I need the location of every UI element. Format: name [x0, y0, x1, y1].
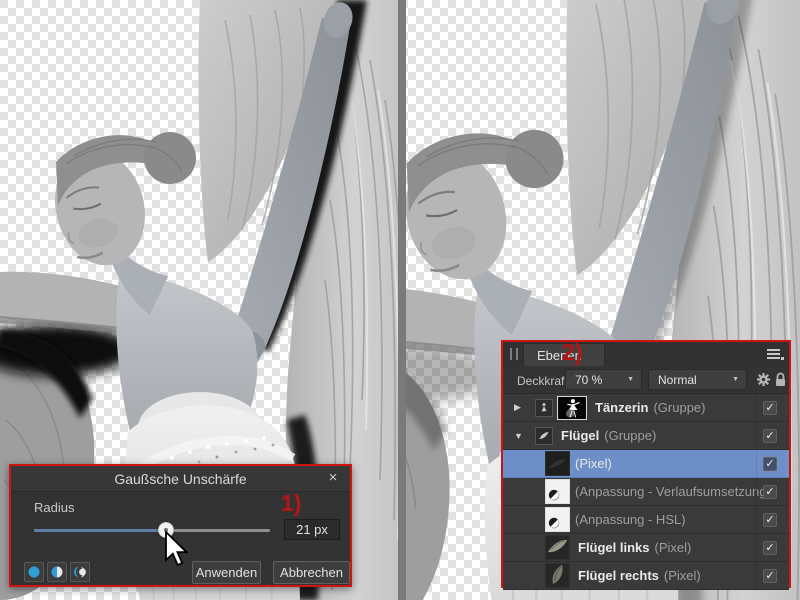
visibility-checkbox[interactable]: ✓ — [763, 401, 777, 415]
chevron-down-icon: ▼ — [732, 376, 739, 383]
dancer-thumbnail[interactable] — [557, 395, 587, 420]
wing-left-thumbnail[interactable] — [544, 534, 571, 561]
group-mini-icon — [535, 426, 553, 445]
layer-row-tänzerin[interactable]: ▶ Tänzerin (Gruppe) ✓ — [503, 394, 789, 422]
visibility-checkbox[interactable]: ✓ — [763, 457, 777, 471]
visibility-checkbox[interactable]: ✓ — [763, 485, 777, 499]
layers-panel-header: Ebenen — [503, 342, 789, 366]
layer-row-flügel[interactable]: ▼ Flügel (Gruppe) ✓ — [503, 422, 789, 450]
layer-type-suffix: (Gruppe) — [604, 428, 657, 443]
preview-split-button[interactable] — [47, 562, 67, 582]
radius-value-field[interactable]: 21 px — [284, 519, 340, 540]
apply-button[interactable]: Anwenden — [192, 561, 261, 584]
layer-name: Tänzerin — [595, 400, 649, 415]
radius-slider[interactable] — [34, 521, 270, 539]
layer-type-suffix: (Pixel) — [663, 568, 701, 583]
column-separator — [756, 478, 757, 505]
close-icon[interactable]: × — [324, 469, 342, 486]
column-separator — [756, 450, 757, 477]
dialog-title: Gaußsche Unschärfe — [114, 471, 247, 487]
adjustment-thumbnail[interactable] — [544, 506, 571, 533]
blend-mode-value: Normal — [658, 373, 697, 387]
layer-row-anpassung-hsl[interactable]: (Anpassung - HSL) ✓ — [503, 506, 789, 534]
full-preview-icon — [28, 566, 40, 578]
column-separator — [756, 394, 757, 421]
layer-type-suffix: (Anpassung - HSL) — [575, 512, 686, 527]
dialog-titlebar[interactable]: Gaußsche Unschärfe × — [11, 466, 350, 492]
visibility-checkbox[interactable]: ✓ — [763, 429, 777, 443]
pixel-thumbnail[interactable] — [544, 450, 571, 477]
column-separator — [756, 506, 757, 533]
annotation-2: 2) — [562, 339, 583, 365]
layer-type-suffix: (Anpassung - Verlaufsumsetzung) — [575, 484, 771, 499]
split-preview-icon — [51, 566, 63, 578]
preview-full-button[interactable] — [24, 562, 44, 582]
opacity-dropdown[interactable]: 70 % ▼ — [565, 369, 642, 390]
opacity-value: 70 % — [575, 373, 603, 387]
group-mini-icon — [535, 398, 553, 417]
radius-label: Radius — [34, 500, 75, 515]
canvas-divider — [398, 0, 406, 600]
layer-row-flügel-rechts[interactable]: Flügel rechts (Pixel) ✓ — [503, 562, 789, 590]
layer-type-suffix: (Pixel) — [654, 540, 692, 555]
preview-mode-buttons — [24, 562, 90, 582]
layers-panel-controls: Deckkraft: 70 % ▼ Normal ▼ — [503, 366, 789, 394]
visibility-checkbox[interactable]: ✓ — [763, 541, 777, 555]
lock-icon[interactable] — [774, 372, 787, 392]
annotation-1: 1) — [281, 490, 302, 516]
visibility-checkbox[interactable]: ✓ — [763, 569, 777, 583]
visibility-checkbox[interactable]: ✓ — [763, 513, 777, 527]
layer-name: Flügel — [561, 428, 600, 443]
preview-mirror-button[interactable] — [70, 562, 90, 582]
layers-panel: Ebenen Deckkraft: 70 % ▼ Normal ▼ ▶ Tänz… — [501, 340, 791, 590]
mirror-preview-icon — [74, 566, 86, 578]
layer-row-anpassung-verlaufsumsetzung[interactable]: (Anpassung - Verlaufsumsetzung) ✓ — [503, 478, 789, 506]
blend-mode-dropdown[interactable]: Normal ▼ — [648, 369, 747, 390]
layer-row-pixel[interactable]: (Pixel) ✓ — [503, 450, 789, 478]
layer-type-suffix: (Pixel) — [575, 456, 612, 471]
gear-icon[interactable] — [756, 372, 771, 392]
cancel-button[interactable]: Abbrechen — [273, 561, 350, 584]
gaussian-blur-dialog: Gaußsche Unschärfe × Radius 21 px Anwend… — [9, 464, 352, 587]
layer-name: Flügel rechts — [578, 568, 659, 583]
column-separator — [756, 562, 757, 589]
app-window: Gaußsche Unschärfe × Radius 21 px Anwend… — [0, 0, 800, 600]
panel-menu-icon[interactable] — [767, 349, 784, 361]
layer-row-flügel-links[interactable]: Flügel links (Pixel) ✓ — [503, 534, 789, 562]
mouse-cursor — [165, 531, 188, 567]
column-separator — [756, 534, 757, 561]
column-separator — [756, 422, 757, 449]
slider-fill — [34, 529, 167, 532]
wing-right-thumbnail[interactable] — [544, 562, 571, 589]
layer-list: ▶ Tänzerin (Gruppe) ✓ ▼ Flügel (Gruppe) … — [503, 394, 789, 590]
expand-arrow-icon[interactable]: ▶ — [514, 402, 528, 413]
expand-arrow-icon[interactable]: ▼ — [514, 431, 528, 441]
layer-name: Flügel links — [578, 540, 650, 555]
layer-type-suffix: (Gruppe) — [653, 400, 706, 415]
slider-track[interactable] — [34, 529, 270, 532]
chevron-down-icon: ▼ — [627, 376, 634, 383]
adjustment-thumbnail[interactable] — [544, 478, 571, 505]
opacity-label: Deckkraft: — [517, 374, 572, 388]
panel-grip-icon[interactable] — [510, 348, 518, 360]
